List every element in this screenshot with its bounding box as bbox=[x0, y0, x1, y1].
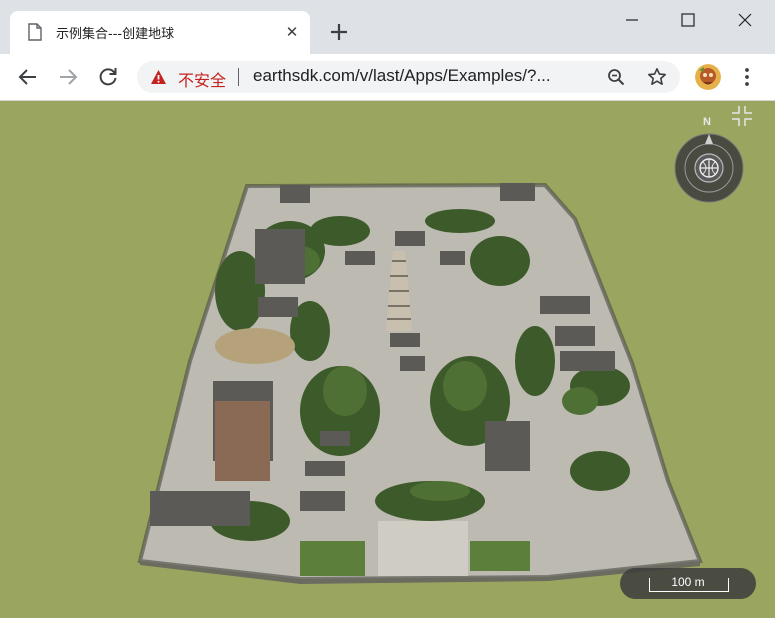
arrow-right-icon[interactable] bbox=[56, 65, 80, 89]
avatar[interactable] bbox=[695, 64, 721, 90]
scale-bar: 100 m bbox=[620, 568, 756, 599]
zoom-icon[interactable] bbox=[607, 68, 625, 86]
compass-icon[interactable] bbox=[673, 132, 745, 204]
earth-viewport[interactable]: N 100 m bbox=[0, 101, 775, 618]
document-icon bbox=[28, 23, 42, 41]
tab-strip: 示例集合---创建地球 ✕ bbox=[0, 0, 775, 54]
url-text[interactable]: earthsdk.com/v/last/Apps/Examples/?... bbox=[253, 66, 551, 86]
tab-title: 示例集合---创建地球 bbox=[56, 27, 175, 42]
security-status-label[interactable]: 不安全 bbox=[178, 67, 226, 91]
tab-active[interactable]: 示例集合---创建地球 ✕ bbox=[10, 11, 310, 54]
kebab-menu-icon[interactable] bbox=[738, 66, 756, 88]
maximize-icon[interactable] bbox=[676, 8, 700, 32]
fullscreen-icon[interactable] bbox=[731, 105, 753, 127]
warning-icon[interactable] bbox=[150, 69, 167, 85]
star-icon[interactable] bbox=[647, 67, 667, 87]
arrow-left-icon[interactable] bbox=[16, 65, 40, 89]
divider bbox=[238, 68, 239, 86]
address-bar[interactable]: 不安全 earthsdk.com/v/last/Apps/Examples/?.… bbox=[137, 61, 680, 93]
close-icon[interactable] bbox=[733, 8, 757, 32]
reload-icon[interactable] bbox=[96, 65, 120, 89]
tab-close-button[interactable]: ✕ bbox=[282, 22, 302, 42]
browser-toolbar: 不安全 earthsdk.com/v/last/Apps/Examples/?.… bbox=[0, 54, 775, 101]
avatar-image bbox=[695, 64, 721, 90]
scale-label: 100 m bbox=[671, 575, 705, 589]
photogrammetry-model bbox=[137, 182, 703, 584]
plus-icon[interactable] bbox=[326, 19, 352, 45]
compass-north-label: N bbox=[703, 116, 711, 128]
minimize-icon[interactable] bbox=[620, 8, 644, 32]
